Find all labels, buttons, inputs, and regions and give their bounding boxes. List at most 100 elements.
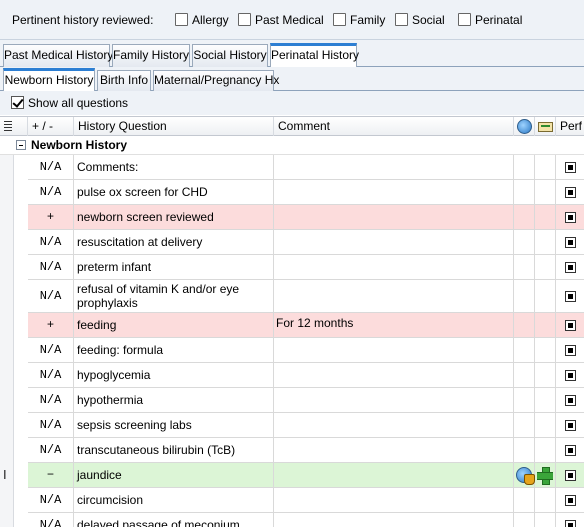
annotation-cell[interactable]	[514, 463, 535, 487]
comment-cell[interactable]	[274, 413, 514, 437]
header-comment[interactable]: Comment	[274, 117, 514, 136]
group-row-newborn-history[interactable]: Newborn History	[0, 136, 584, 155]
table-row[interactable]: + feeding For 12 months	[28, 313, 584, 338]
collapse-icon[interactable]	[16, 140, 26, 150]
status-cell[interactable]: N/A	[28, 513, 74, 527]
annotation-cell[interactable]	[514, 488, 535, 512]
family-checkbox[interactable]	[333, 13, 346, 26]
perf-cell[interactable]	[556, 180, 584, 204]
table-row[interactable]: N/A feeding: formula	[28, 338, 584, 363]
header-globe-column[interactable]	[514, 117, 535, 136]
tab-family-history[interactable]: Family History	[112, 44, 190, 67]
status-cell[interactable]: +	[28, 205, 74, 229]
perf-checkbox[interactable]	[564, 211, 576, 223]
perf-cell[interactable]	[556, 513, 584, 527]
comment-cell[interactable]	[274, 513, 514, 527]
status-cell[interactable]: N/A	[28, 438, 74, 462]
annotation-cell[interactable]	[514, 255, 535, 279]
comment-cell[interactable]	[274, 180, 514, 204]
subtab-birth-info[interactable]: Birth Info	[97, 70, 151, 91]
add-cell[interactable]	[535, 438, 556, 462]
perf-cell[interactable]	[556, 205, 584, 229]
subtab-newborn-history[interactable]: Newborn History	[3, 68, 95, 92]
status-cell[interactable]: N/A	[28, 488, 74, 512]
status-cell[interactable]: +	[28, 313, 74, 337]
perf-checkbox[interactable]	[564, 494, 576, 506]
header-status[interactable]: + / -	[28, 117, 74, 136]
header-history-question[interactable]: History Question	[74, 117, 274, 136]
comment-cell[interactable]	[274, 338, 514, 362]
annotation-cell[interactable]	[514, 313, 535, 337]
annotation-cell[interactable]	[514, 180, 535, 204]
add-cell[interactable]	[535, 205, 556, 229]
add-cell[interactable]	[535, 513, 556, 527]
add-cell[interactable]	[535, 313, 556, 337]
table-row[interactable]: N/A refusal of vitamin K and/or eye proph…	[28, 280, 584, 313]
subtab-maternal-pregnancy-hx[interactable]: Maternal/Pregnancy Hx	[153, 70, 279, 91]
perf-cell[interactable]	[556, 488, 584, 512]
annotation-cell[interactable]	[514, 513, 535, 527]
table-row[interactable]: N/A circumcision	[28, 488, 584, 513]
add-cell[interactable]	[535, 338, 556, 362]
annotation-cell[interactable]	[514, 205, 535, 229]
add-icon[interactable]	[537, 467, 553, 485]
table-row[interactable]: + newborn screen reviewed	[28, 205, 584, 230]
globe-icon[interactable]	[516, 467, 535, 485]
tab-perinatal-history[interactable]: Perinatal History	[270, 43, 359, 68]
perf-cell[interactable]	[556, 255, 584, 279]
table-row[interactable]: N/A delayed passage of meconium	[28, 513, 584, 527]
table-row[interactable]: N/A hypothermia	[28, 388, 584, 413]
add-cell[interactable]	[535, 488, 556, 512]
annotation-cell[interactable]	[514, 363, 535, 387]
add-cell[interactable]	[535, 413, 556, 437]
status-cell[interactable]: N/A	[28, 255, 74, 279]
status-cell[interactable]: N/A	[28, 338, 74, 362]
comment-cell[interactable]	[274, 205, 514, 229]
column-menu-button[interactable]	[0, 117, 28, 136]
annotation-cell[interactable]	[514, 413, 535, 437]
perf-checkbox[interactable]	[564, 290, 576, 302]
add-cell[interactable]	[535, 388, 556, 412]
header-perf[interactable]: Perf	[556, 117, 584, 136]
comment-cell[interactable]	[274, 155, 514, 179]
annotation-cell[interactable]	[514, 338, 535, 362]
add-cell[interactable]	[535, 155, 556, 179]
perf-cell[interactable]	[556, 338, 584, 362]
status-cell[interactable]: N/A	[28, 230, 74, 254]
status-cell[interactable]: −	[28, 463, 74, 487]
tab-past-medical-history[interactable]: Past Medical History	[3, 44, 113, 67]
table-row[interactable]: N/A hypoglycemia	[28, 363, 584, 388]
header-card-column[interactable]	[535, 117, 556, 136]
add-cell[interactable]	[535, 463, 556, 487]
annotation-cell[interactable]	[514, 280, 535, 312]
table-row[interactable]: N/A transcutaneous bilirubin (TcB)	[28, 438, 584, 463]
annotation-cell[interactable]	[514, 438, 535, 462]
tab-social-history[interactable]: Social History	[192, 44, 268, 67]
social-checkbox[interactable]	[395, 13, 408, 26]
comment-cell[interactable]	[274, 388, 514, 412]
perf-cell[interactable]	[556, 230, 584, 254]
status-cell[interactable]: N/A	[28, 155, 74, 179]
perf-cell[interactable]	[556, 155, 584, 179]
perf-checkbox[interactable]	[564, 444, 576, 456]
comment-cell[interactable]	[274, 230, 514, 254]
perf-cell[interactable]	[556, 280, 584, 312]
status-cell[interactable]: N/A	[28, 363, 74, 387]
perf-cell[interactable]	[556, 363, 584, 387]
comment-cell[interactable]	[274, 488, 514, 512]
comment-cell[interactable]	[274, 438, 514, 462]
perf-checkbox[interactable]	[564, 519, 576, 527]
past-medical-checkbox[interactable]	[238, 13, 251, 26]
add-cell[interactable]	[535, 180, 556, 204]
perf-checkbox[interactable]	[564, 419, 576, 431]
table-row[interactable]: N/A pulse ox screen for CHD	[28, 180, 584, 205]
comment-cell[interactable]	[274, 255, 514, 279]
perf-checkbox[interactable]	[564, 186, 576, 198]
add-cell[interactable]	[535, 280, 556, 312]
status-cell[interactable]: N/A	[28, 413, 74, 437]
perf-checkbox[interactable]	[564, 236, 576, 248]
status-cell[interactable]: N/A	[28, 280, 74, 312]
perf-checkbox[interactable]	[564, 469, 576, 481]
comment-cell[interactable]	[274, 463, 514, 487]
add-cell[interactable]	[535, 363, 556, 387]
